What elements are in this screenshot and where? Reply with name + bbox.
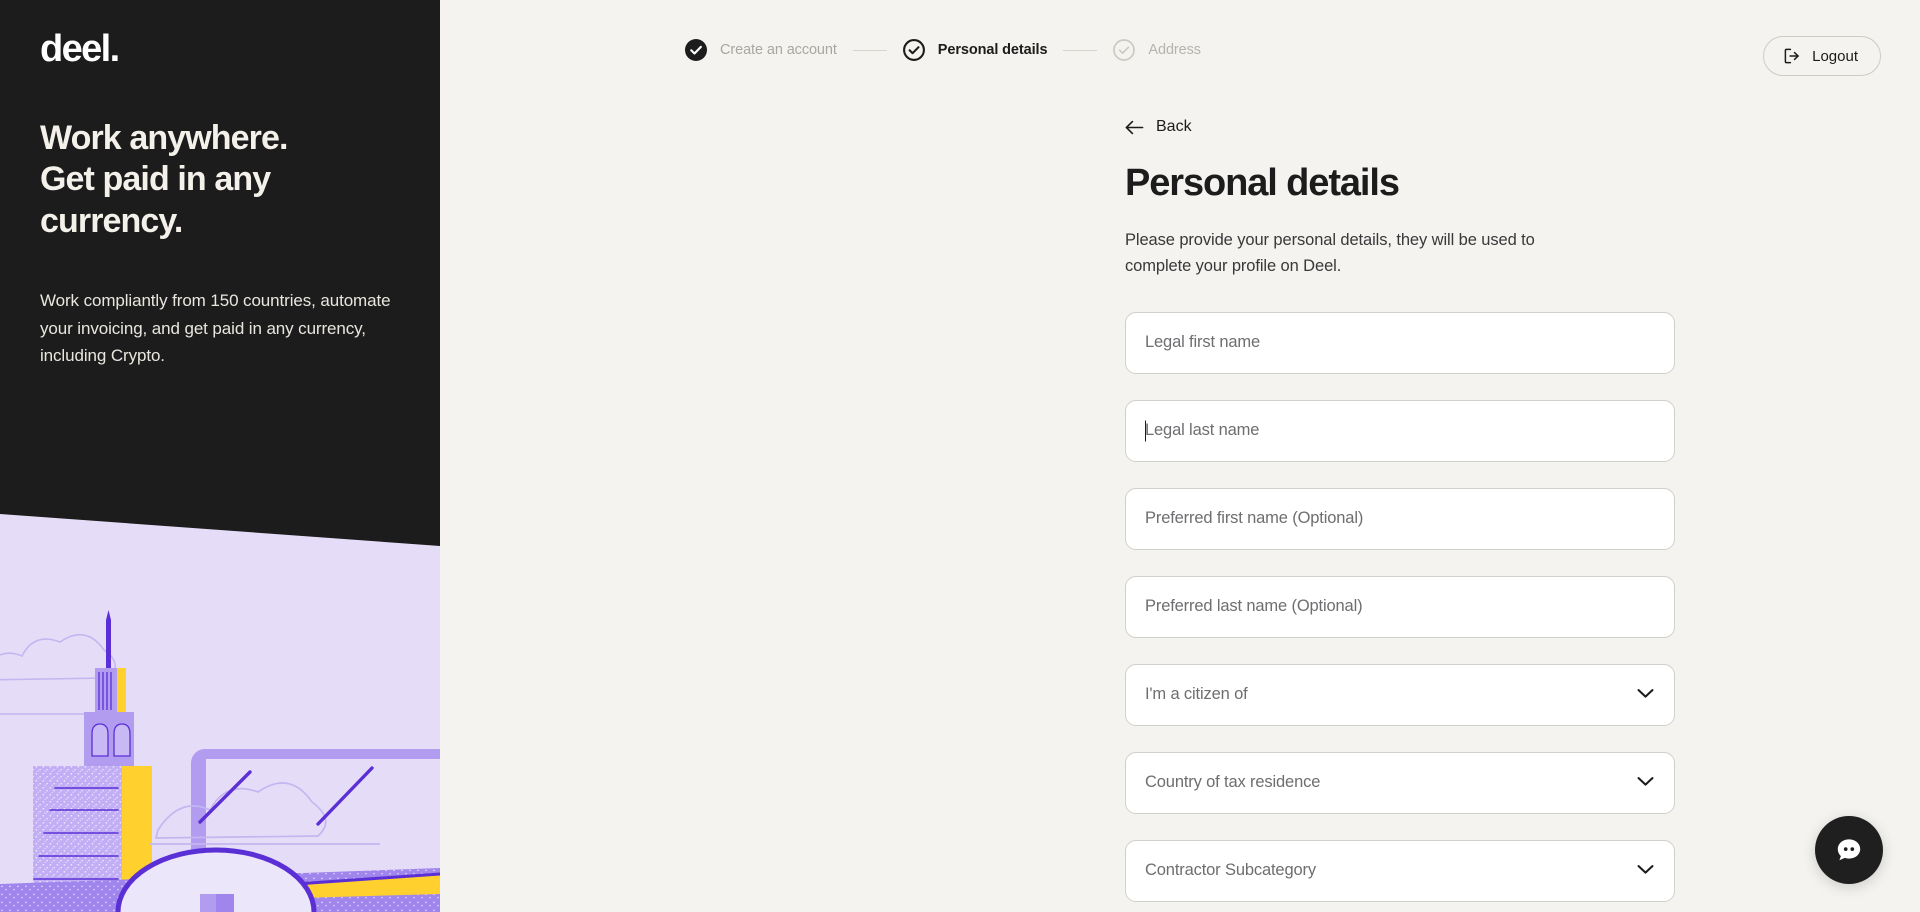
promo-panel: deel. Work anywhere. Get paid in any cur… [0, 0, 440, 912]
field-placeholder: I'm a citizen of [1145, 685, 1248, 704]
deel-logo: deel. [40, 28, 120, 70]
step-personal-details[interactable]: Personal details [902, 39, 1048, 61]
signup-onboarding-page: deel. Work anywhere. Get paid in any cur… [0, 0, 1920, 912]
country-of-tax-residence-select[interactable]: Country of tax residence [1125, 751, 1675, 814]
arrow-left-icon [1125, 120, 1144, 135]
onboarding-stepper: Create an account Personal details Addre… [685, 39, 1201, 61]
preferred-last-name-field[interactable]: Preferred last name (Optional) [1125, 575, 1675, 638]
citizen-of-select[interactable]: I'm a citizen of [1125, 663, 1675, 726]
promo-headline: Work anywhere. Get paid in any currency. [40, 119, 288, 240]
logout-button-label: Logout [1812, 47, 1858, 65]
back-link[interactable]: Back [1125, 118, 1192, 136]
chevron-down-icon [1637, 774, 1654, 792]
field-placeholder: Contractor Subcategory [1145, 861, 1316, 880]
chat-bubble-icon [1832, 833, 1866, 867]
logout-icon [1783, 47, 1801, 65]
contractor-subcategory-select[interactable]: Contractor Subcategory [1125, 839, 1675, 902]
page-title: Personal details [1125, 162, 1400, 204]
step-label: Personal details [937, 42, 1048, 58]
onboarding-content: Create an account Personal details Addre… [440, 0, 1920, 912]
city-skyline-illustration [0, 492, 440, 912]
preferred-first-name-field[interactable]: Preferred first name (Optional) [1125, 487, 1675, 550]
chevron-down-icon [1637, 686, 1654, 704]
check-circle-outline-icon [902, 39, 925, 61]
back-link-label: Back [1156, 118, 1192, 135]
field-placeholder: Country of tax residence [1145, 773, 1321, 792]
step-create-an-account[interactable]: Create an account [685, 39, 837, 61]
form-column: Back Personal details Please provide you… [1125, 0, 1675, 912]
step-label: Create an account [720, 42, 837, 58]
field-placeholder: Legal first name [1145, 333, 1260, 352]
chevron-down-icon [1637, 862, 1654, 880]
check-circle-filled-icon [685, 39, 707, 61]
page-subtitle: Please provide your personal details, th… [1125, 230, 1535, 275]
logout-button[interactable]: Logout [1763, 36, 1881, 76]
field-placeholder: Preferred last name (Optional) [1145, 597, 1363, 616]
support-chat-button[interactable] [1815, 816, 1883, 884]
legal-first-name-field[interactable]: Legal first name [1125, 311, 1675, 374]
stepper-connector [852, 49, 887, 51]
field-placeholder: Preferred first name (Optional) [1145, 509, 1364, 528]
legal-last-name-field[interactable]: Legal last name [1125, 399, 1675, 462]
personal-details-form: Legal first name Legal last name Preferr… [1125, 311, 1675, 902]
text-caret [1145, 420, 1146, 442]
promo-subcopy: Work compliantly from 150 countries, aut… [40, 291, 391, 366]
stepper-connector [1063, 49, 1098, 51]
